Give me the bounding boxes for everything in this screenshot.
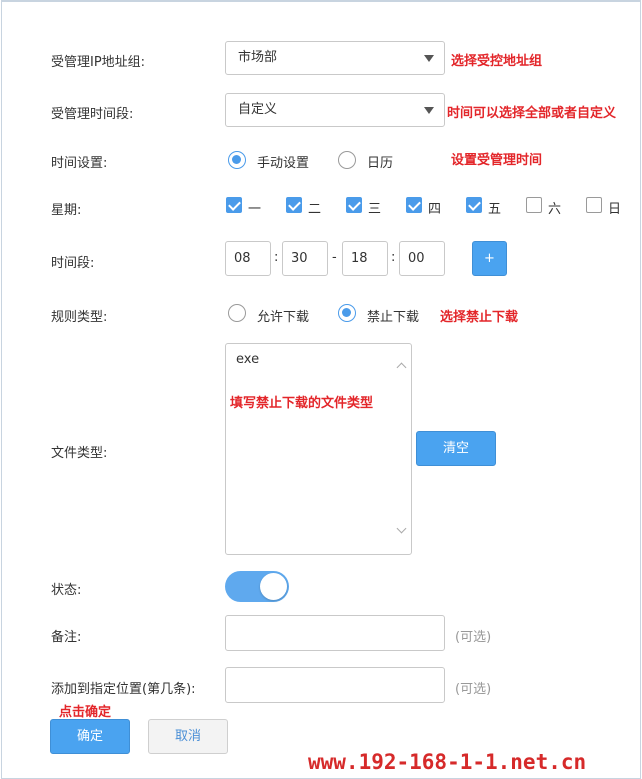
file-type-textarea[interactable]: exe: [225, 343, 412, 555]
period-label: 时间段:: [51, 256, 95, 271]
start-hour-input[interactable]: 08: [225, 241, 271, 276]
cancel-button[interactable]: 取消: [148, 719, 228, 754]
radio-calendar[interactable]: [338, 151, 356, 169]
toggle-knob: [260, 573, 287, 600]
status-toggle[interactable]: [225, 571, 289, 602]
clear-button[interactable]: 清空: [416, 431, 496, 466]
ip-group-value: 市场部: [238, 50, 278, 65]
confirm-button[interactable]: 确定: [50, 719, 130, 754]
weekdays-label: 星期:: [51, 203, 82, 218]
status-label: 状态:: [51, 583, 82, 598]
checkbox-fri[interactable]: [466, 197, 482, 213]
remark-input[interactable]: [225, 615, 445, 651]
checkbox-wed[interactable]: [346, 197, 362, 213]
end-hour-input[interactable]: 18: [342, 241, 388, 276]
chevron-down-icon: [424, 55, 434, 62]
position-label: 添加到指定位置(第几条):: [51, 682, 196, 697]
time-slot-annotation: 时间可以选择全部或者自定义: [447, 106, 617, 121]
checkbox-tue[interactable]: [286, 197, 302, 213]
checkbox-wed-label: 三: [368, 202, 382, 217]
position-hint: (可选): [455, 682, 492, 697]
position-input[interactable]: [225, 667, 445, 703]
rule-type-label: 规则类型:: [51, 310, 108, 325]
file-type-value: exe: [236, 352, 260, 367]
checkbox-mon-label: 一: [248, 202, 262, 217]
radio-allow-download[interactable]: [228, 304, 246, 322]
ip-group-label: 受管理IP地址组:: [51, 55, 146, 70]
checkbox-thu[interactable]: [406, 197, 422, 213]
radio-calendar-label: 日历: [367, 156, 394, 171]
checkbox-mon[interactable]: [226, 197, 242, 213]
time-colon: :: [274, 250, 279, 265]
ip-group-annotation: 选择受控地址组: [451, 54, 543, 69]
time-setting-label: 时间设置:: [51, 156, 108, 171]
radio-block-download-label: 禁止下载: [367, 310, 420, 325]
time-colon: :: [391, 250, 396, 265]
checkbox-sat-label: 六: [548, 202, 562, 217]
time-slot-label: 受管理时间段:: [51, 107, 134, 122]
checkbox-tue-label: 二: [308, 202, 322, 217]
radio-manual-label: 手动设置: [257, 156, 310, 171]
confirm-annotation: 点击确定: [59, 705, 112, 720]
scroll-up-icon[interactable]: [396, 362, 407, 373]
rule-type-annotation: 选择禁止下载: [440, 310, 519, 325]
file-type-annotation: 填写禁止下载的文件类型: [230, 396, 374, 411]
watermark: www.192-168-1-1.net.cn: [308, 750, 587, 774]
checkbox-sun[interactable]: [586, 197, 602, 213]
checkbox-sun-label: 日: [608, 202, 622, 217]
time-slot-select[interactable]: 自定义: [225, 93, 445, 127]
ip-group-select[interactable]: 市场部: [225, 41, 445, 75]
start-minute-input[interactable]: 30: [282, 241, 328, 276]
file-type-label: 文件类型:: [51, 446, 108, 461]
remark-hint: (可选): [455, 630, 492, 645]
time-slot-value: 自定义: [238, 102, 278, 117]
radio-manual[interactable]: [228, 151, 246, 169]
chevron-down-icon: [424, 107, 434, 114]
checkbox-fri-label: 五: [488, 202, 502, 217]
checkbox-sat[interactable]: [526, 197, 542, 213]
time-dash: -: [332, 250, 337, 265]
end-minute-input[interactable]: 00: [399, 241, 445, 276]
radio-allow-download-label: 允许下载: [257, 310, 310, 325]
time-setting-annotation: 设置受管理时间: [451, 153, 543, 168]
add-period-button[interactable]: +: [472, 241, 507, 276]
radio-block-download[interactable]: [338, 304, 356, 322]
scroll-down-icon[interactable]: [396, 523, 407, 534]
remark-label: 备注:: [51, 630, 82, 645]
checkbox-thu-label: 四: [428, 202, 442, 217]
